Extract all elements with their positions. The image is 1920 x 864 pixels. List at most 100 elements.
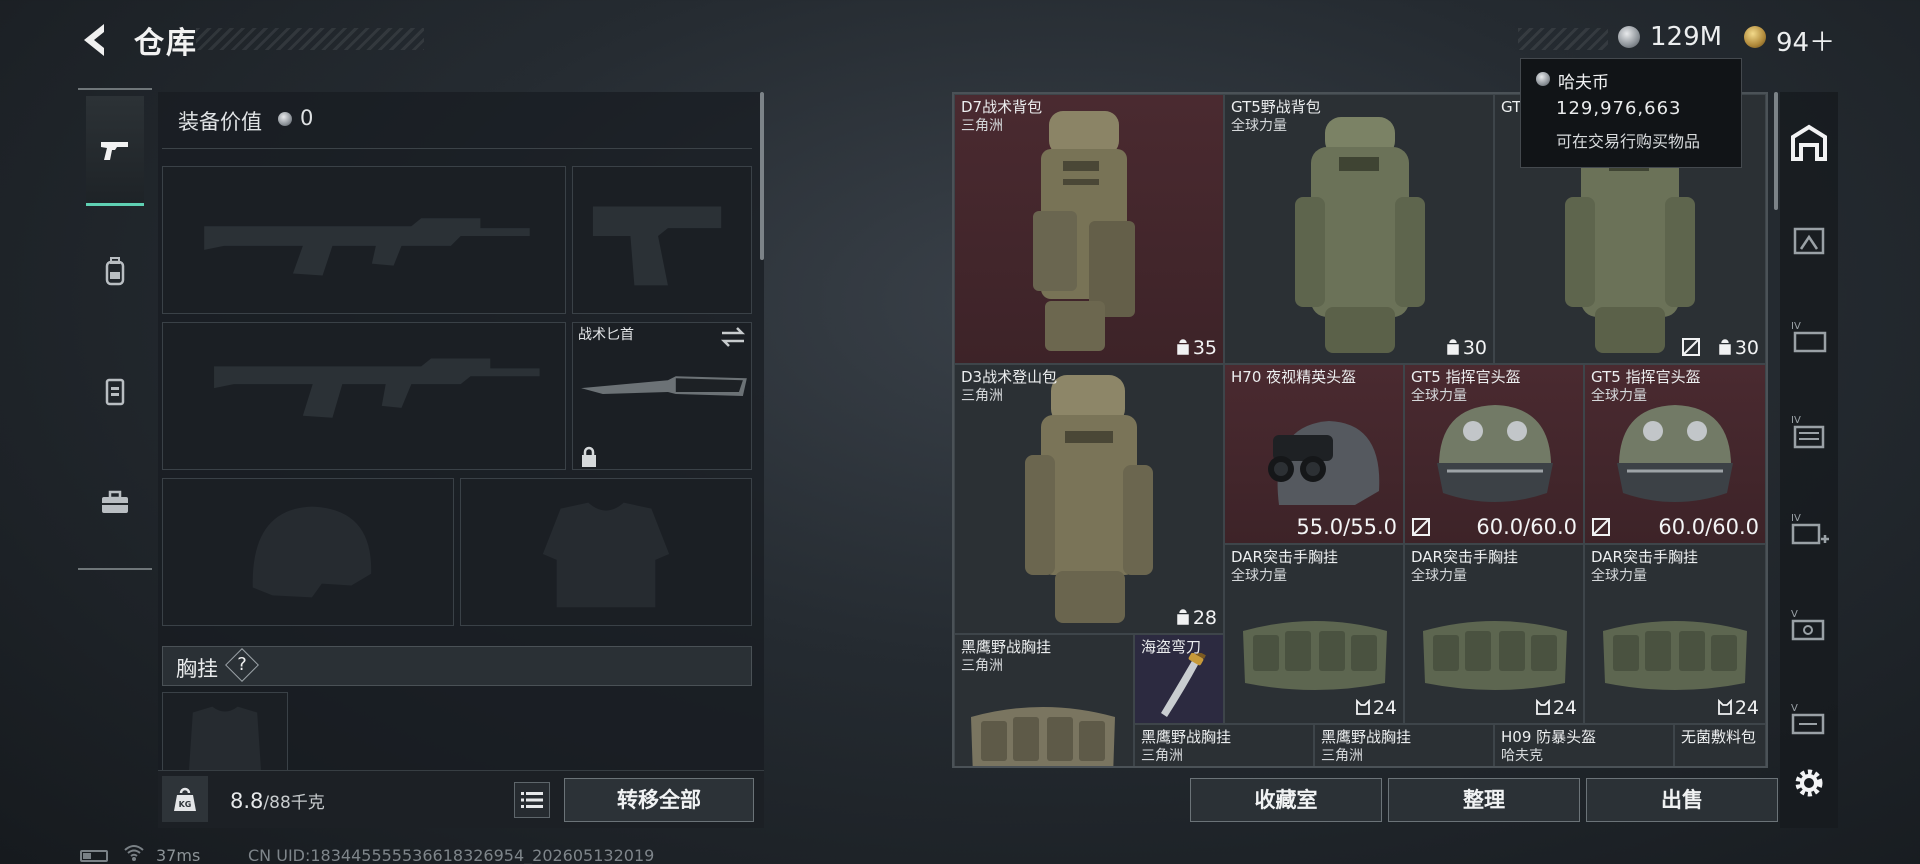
expand-slot-iv-button[interactable]: IV: [1786, 314, 1832, 360]
slot-v-button[interactable]: V: [1786, 602, 1832, 648]
svg-text:KG: KG: [179, 800, 192, 809]
tab-weapons[interactable]: [86, 96, 144, 206]
slot-v-icon: V: [1791, 609, 1825, 641]
expand-slot-iv-2-icon: IV: [1791, 415, 1825, 449]
list-view-button[interactable]: [514, 782, 550, 818]
back-arrow-icon: [84, 24, 104, 56]
weight-readout: 8.8/88千克: [230, 788, 325, 813]
settings-icon: [1795, 769, 1823, 797]
collection-room-button[interactable]: 收藏室: [1190, 778, 1382, 822]
hafu-coin-icon[interactable]: [1618, 26, 1640, 48]
item-name: 黑鹰野战胸挂: [1321, 728, 1412, 746]
item-name: GT5 指挥官头盔: [1591, 368, 1701, 386]
sell-button[interactable]: 出售: [1586, 778, 1778, 822]
slot-v-2-button[interactable]: V: [1786, 696, 1832, 742]
item-cell[interactable]: 无菌敷料包: [1674, 724, 1766, 766]
primary-weapon-slot[interactable]: [162, 166, 566, 314]
settings-button[interactable]: [1786, 760, 1832, 806]
svg-text:V: V: [1791, 609, 1798, 620]
item-cell[interactable]: 黑鹰野战胸挂 三角洲: [954, 634, 1134, 766]
helmet-slot[interactable]: [162, 478, 454, 626]
commander-helmet-icon: [1617, 405, 1733, 502]
tab-toolbox[interactable]: [86, 448, 144, 558]
item-capacity: 35: [1175, 337, 1217, 359]
storage-button[interactable]: [1786, 120, 1832, 166]
item-faction: 三角洲: [1141, 748, 1183, 764]
capacity-icon: [1719, 339, 1731, 355]
stash-scrollbar[interactable]: [1774, 92, 1778, 210]
back-button[interactable]: [78, 20, 114, 60]
chest-rig-label: 胸挂: [176, 657, 218, 681]
add-slot-iv-button[interactable]: IV: [1786, 506, 1832, 552]
tab-backpack[interactable]: [86, 216, 144, 326]
item-capacity: 28: [1175, 607, 1217, 629]
tactical-backpack-icon: [1033, 111, 1135, 351]
slot-v-2-icon: V: [1791, 703, 1825, 735]
swap-icon[interactable]: [720, 326, 746, 348]
item-faction: 全球力量: [1231, 118, 1287, 134]
gift-box-button[interactable]: [1786, 216, 1832, 262]
pistol-slot[interactable]: [572, 166, 752, 314]
transfer-all-button[interactable]: 转移全部: [564, 778, 754, 822]
item-cell[interactable]: DAR突击手胸挂 全球力量 24: [1404, 544, 1584, 724]
armor-silhouette-icon: [542, 502, 670, 608]
organize-button[interactable]: 整理: [1388, 778, 1580, 822]
helmet-silhouette-icon: [252, 506, 372, 598]
chest-rig-slot[interactable]: [162, 692, 288, 772]
item-cell[interactable]: D3战术登山包 三角洲 28: [954, 364, 1224, 634]
item-name: 黑鹰野战胸挂: [1141, 728, 1232, 746]
item-cell[interactable]: 黑鹰野战胸挂 三角洲: [1314, 724, 1494, 766]
tab-column-bottom-line: [78, 568, 152, 570]
toolbox-icon: [102, 490, 128, 513]
item-cell[interactable]: DAR突击手胸挂 全球力量 24: [1584, 544, 1766, 724]
item-cell[interactable]: GT5野战背包 全球力量 30: [1224, 94, 1494, 364]
item-cell[interactable]: 黑鹰野战胸挂 三角洲: [1134, 724, 1314, 766]
broken-item-icon: [1682, 338, 1700, 356]
armor-slot[interactable]: [460, 478, 752, 626]
item-faction: 全球力量: [1411, 388, 1467, 404]
ticket-coin-icon[interactable]: [1744, 26, 1766, 48]
item-durability: 55.0/55.0: [1296, 515, 1397, 539]
mountain-backpack-icon: [1025, 375, 1153, 623]
rifle-silhouette-icon: [214, 358, 540, 418]
broken-item-icon: [1592, 518, 1610, 536]
ticket-amount[interactable]: 94＋: [1776, 22, 1835, 59]
item-cell[interactable]: GT5 指挥官头盔 全球力量 60.0/60.0: [1584, 364, 1766, 544]
vest-icon: [105, 378, 125, 406]
expand-slot-iv-icon: IV: [1791, 321, 1827, 353]
item-cell[interactable]: 海盗弯刀: [1134, 634, 1224, 724]
battery-level: [83, 853, 91, 859]
page-title: 仓库: [134, 26, 198, 61]
money-amount[interactable]: 129M: [1650, 22, 1722, 52]
item-cell[interactable]: H09 防暴头盔 哈夫克: [1494, 724, 1674, 766]
item-cell[interactable]: DAR突击手胸挂 全球力量 24: [1224, 544, 1404, 724]
item-name: 无菌敷料包: [1681, 728, 1757, 746]
capacity-icon: [1177, 609, 1189, 625]
item-cell[interactable]: GT5 指挥官头盔 全球力量 60.0/60.0: [1404, 364, 1584, 544]
svg-text:IV: IV: [1791, 415, 1801, 426]
tooltip-title: 哈夫币: [1558, 73, 1609, 93]
item-name: 黑鹰野战胸挂: [961, 638, 1052, 656]
user-uid: CN UID:1834455555366183269​54_2026051320…: [248, 846, 655, 864]
item-name: H09 防暴头盔: [1501, 728, 1597, 746]
item-faction: 哈夫克: [1501, 748, 1543, 764]
divider: [162, 148, 752, 149]
tab-vest[interactable]: [86, 336, 144, 446]
svg-text:IV: IV: [1791, 513, 1801, 524]
backpack-icon: [105, 257, 125, 286]
item-durability: 60.0/60.0: [1476, 515, 1577, 539]
loadout-scrollbar[interactable]: [760, 92, 764, 260]
item-name: 海盗弯刀: [1141, 638, 1202, 656]
wifi-icon: [124, 845, 144, 861]
lock-icon: [582, 446, 596, 467]
rig-silhouette-icon: [188, 706, 262, 771]
item-cell[interactable]: D7战术背包 三角洲 35: [954, 94, 1224, 364]
help-question-mark[interactable]: ?: [230, 653, 254, 677]
expand-slot-iv-2-button[interactable]: IV: [1786, 408, 1832, 454]
currency-decoration: [1518, 28, 1608, 50]
secondary-weapon-slot[interactable]: [162, 322, 566, 470]
item-cell[interactable]: H70 夜视精英头盔 55.0/55.0: [1224, 364, 1404, 544]
item-name: D7战术背包: [961, 98, 1043, 116]
add-slot-iv-icon: IV: [1791, 513, 1829, 545]
capacity-icon: [1447, 339, 1459, 355]
